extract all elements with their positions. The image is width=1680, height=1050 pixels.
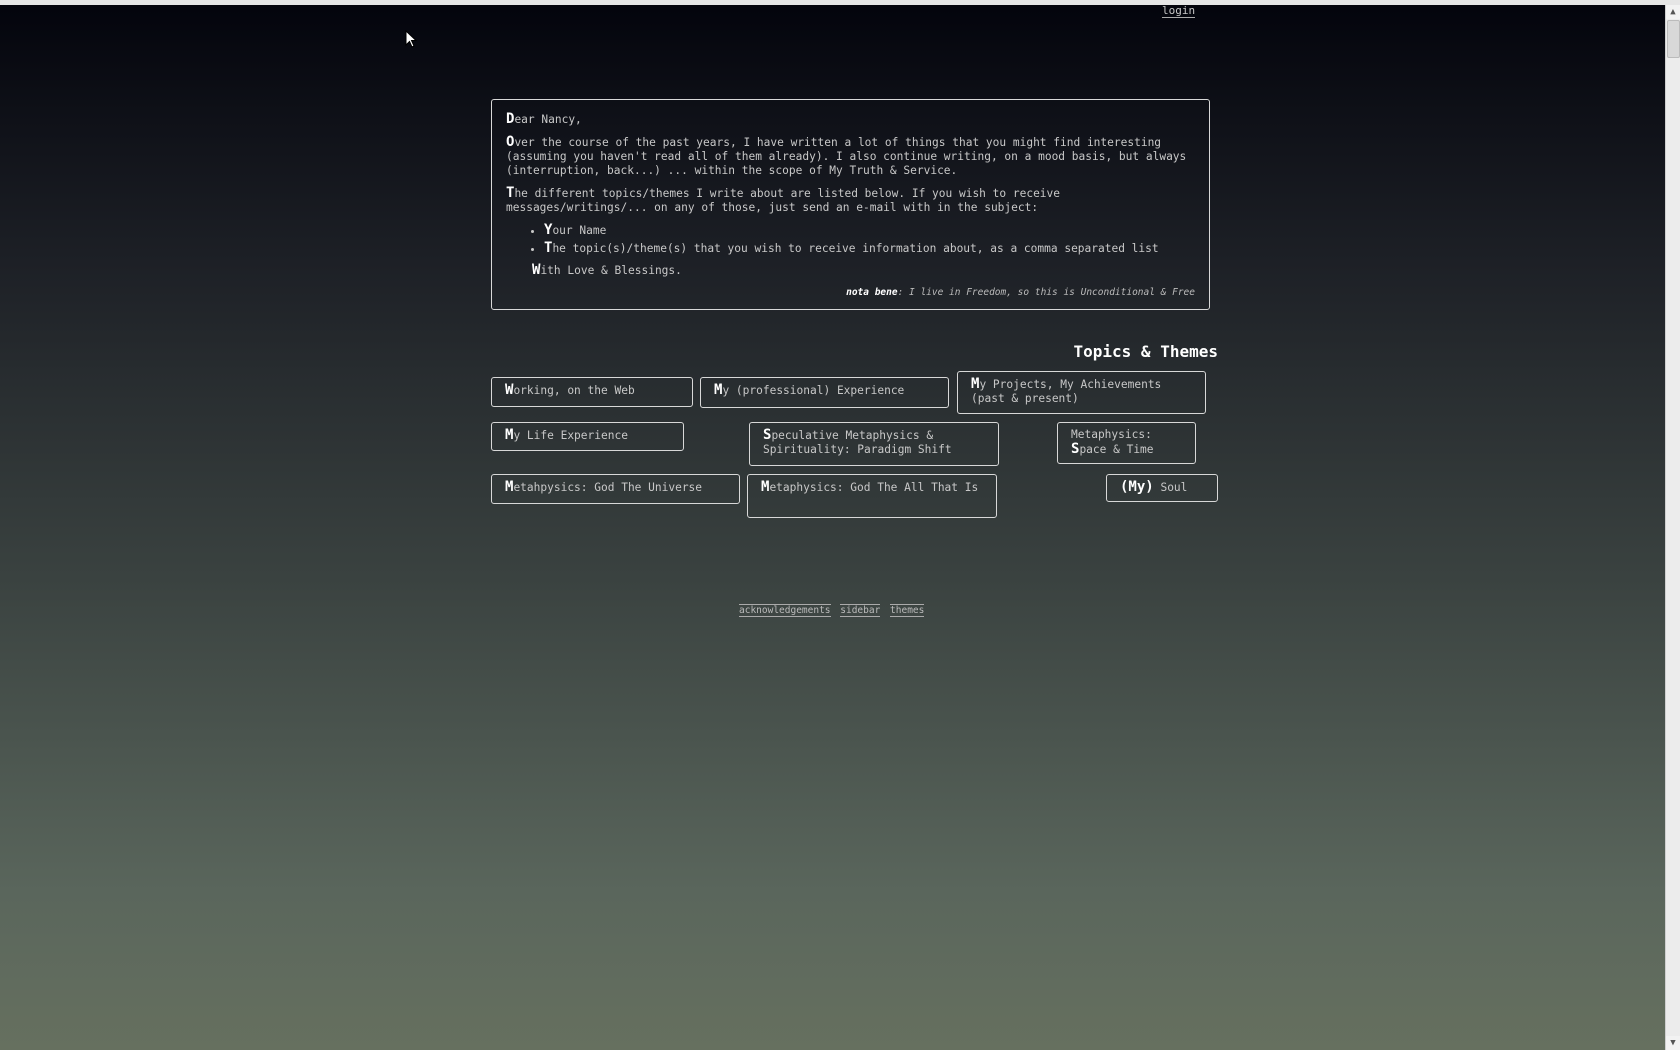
topic-label: peculative Metaphysics & Spirituality: P… (763, 429, 952, 456)
topic-space-and-time[interactable]: Metaphysics: Space & Time (1057, 422, 1196, 464)
greeting: Dear Nancy, (506, 112, 1195, 127)
topic-speculative-metaphysics[interactable]: Speculative Metaphysics & Spirituality: … (749, 422, 999, 466)
topic-label: etahpysics: God The Universe (513, 481, 703, 494)
footer-links: acknowledgements sidebar themes (739, 604, 928, 617)
topic-god-the-all-that-is[interactable]: Metaphysics: God The All That Is (747, 474, 997, 518)
topic-label: orking, on the Web (513, 384, 635, 397)
nota-text: : I live in Freedom, so this is Uncondit… (897, 287, 1195, 298)
subject-list: Your Name The topic(s)/theme(s) that you… (506, 223, 1195, 256)
closing: With Love & Blessings. (532, 263, 1195, 278)
scroll-thumb[interactable] (1667, 20, 1680, 58)
bullet-text: our Name (552, 224, 607, 237)
nota-bene: nota bene: I live in Freedom, so this is… (506, 286, 1195, 300)
topic-professional-experience[interactable]: My (professional) Experience (700, 377, 949, 408)
list-item: Your Name (544, 223, 1195, 238)
footer-link-sidebar[interactable]: sidebar (840, 604, 881, 617)
login-link[interactable]: login (1162, 4, 1196, 18)
topic-label: y Life Experience (513, 429, 628, 442)
browser-top-strip (0, 0, 1680, 5)
topic-projects-achievements[interactable]: My Projects, My Achievements (past & pre… (957, 371, 1206, 414)
paragraph-instructions: The different topics/themes I write abou… (506, 186, 1195, 215)
closing-text: ith Love & Blessings. (540, 264, 682, 277)
para1-text: ver the course of the past years, I have… (506, 136, 1187, 177)
topic-label: etaphysics: God The All That Is (769, 481, 979, 494)
paragraph-intro: Over the course of the past years, I hav… (506, 135, 1195, 178)
vertical-scrollbar[interactable]: ▲ ▼ (1665, 5, 1680, 1050)
topic-label: y Projects, My Achievements (past & pres… (971, 378, 1162, 405)
topic-label: Soul (1153, 481, 1188, 494)
topic-cap: (My) (1120, 479, 1154, 495)
list-item: The topic(s)/theme(s) that you wish to r… (544, 241, 1195, 256)
topic-my-soul[interactable]: (My) Soul (1106, 474, 1218, 502)
nota-label: nota bene (846, 287, 898, 298)
topics-title: Topics & Themes (1073, 342, 1219, 361)
footer-link-themes[interactable]: themes (890, 604, 925, 617)
bullet-text: he topic(s)/theme(s) that you wish to re… (552, 242, 1159, 255)
scroll-up-arrow-icon[interactable]: ▲ (1666, 5, 1680, 19)
topic-working-on-the-web[interactable]: Working, on the Web (491, 377, 693, 407)
topic-god-the-universe[interactable]: Metahpysics: God The Universe (491, 474, 740, 504)
greeting-text: ear Nancy, (514, 113, 582, 126)
scroll-down-arrow-icon[interactable]: ▼ (1666, 1036, 1680, 1050)
footer-link-acknowledgements[interactable]: acknowledgements (739, 604, 831, 617)
letter-box: Dear Nancy, Over the course of the past … (491, 99, 1210, 310)
para2-text: he different topics/themes I write about… (506, 187, 1061, 214)
topic-life-experience[interactable]: My Life Experience (491, 422, 684, 451)
topic-label: pace & Time (1079, 443, 1154, 456)
topic-label: y (professional) Experience (722, 384, 905, 397)
topic-prefix: Metaphysics: (1071, 428, 1152, 441)
